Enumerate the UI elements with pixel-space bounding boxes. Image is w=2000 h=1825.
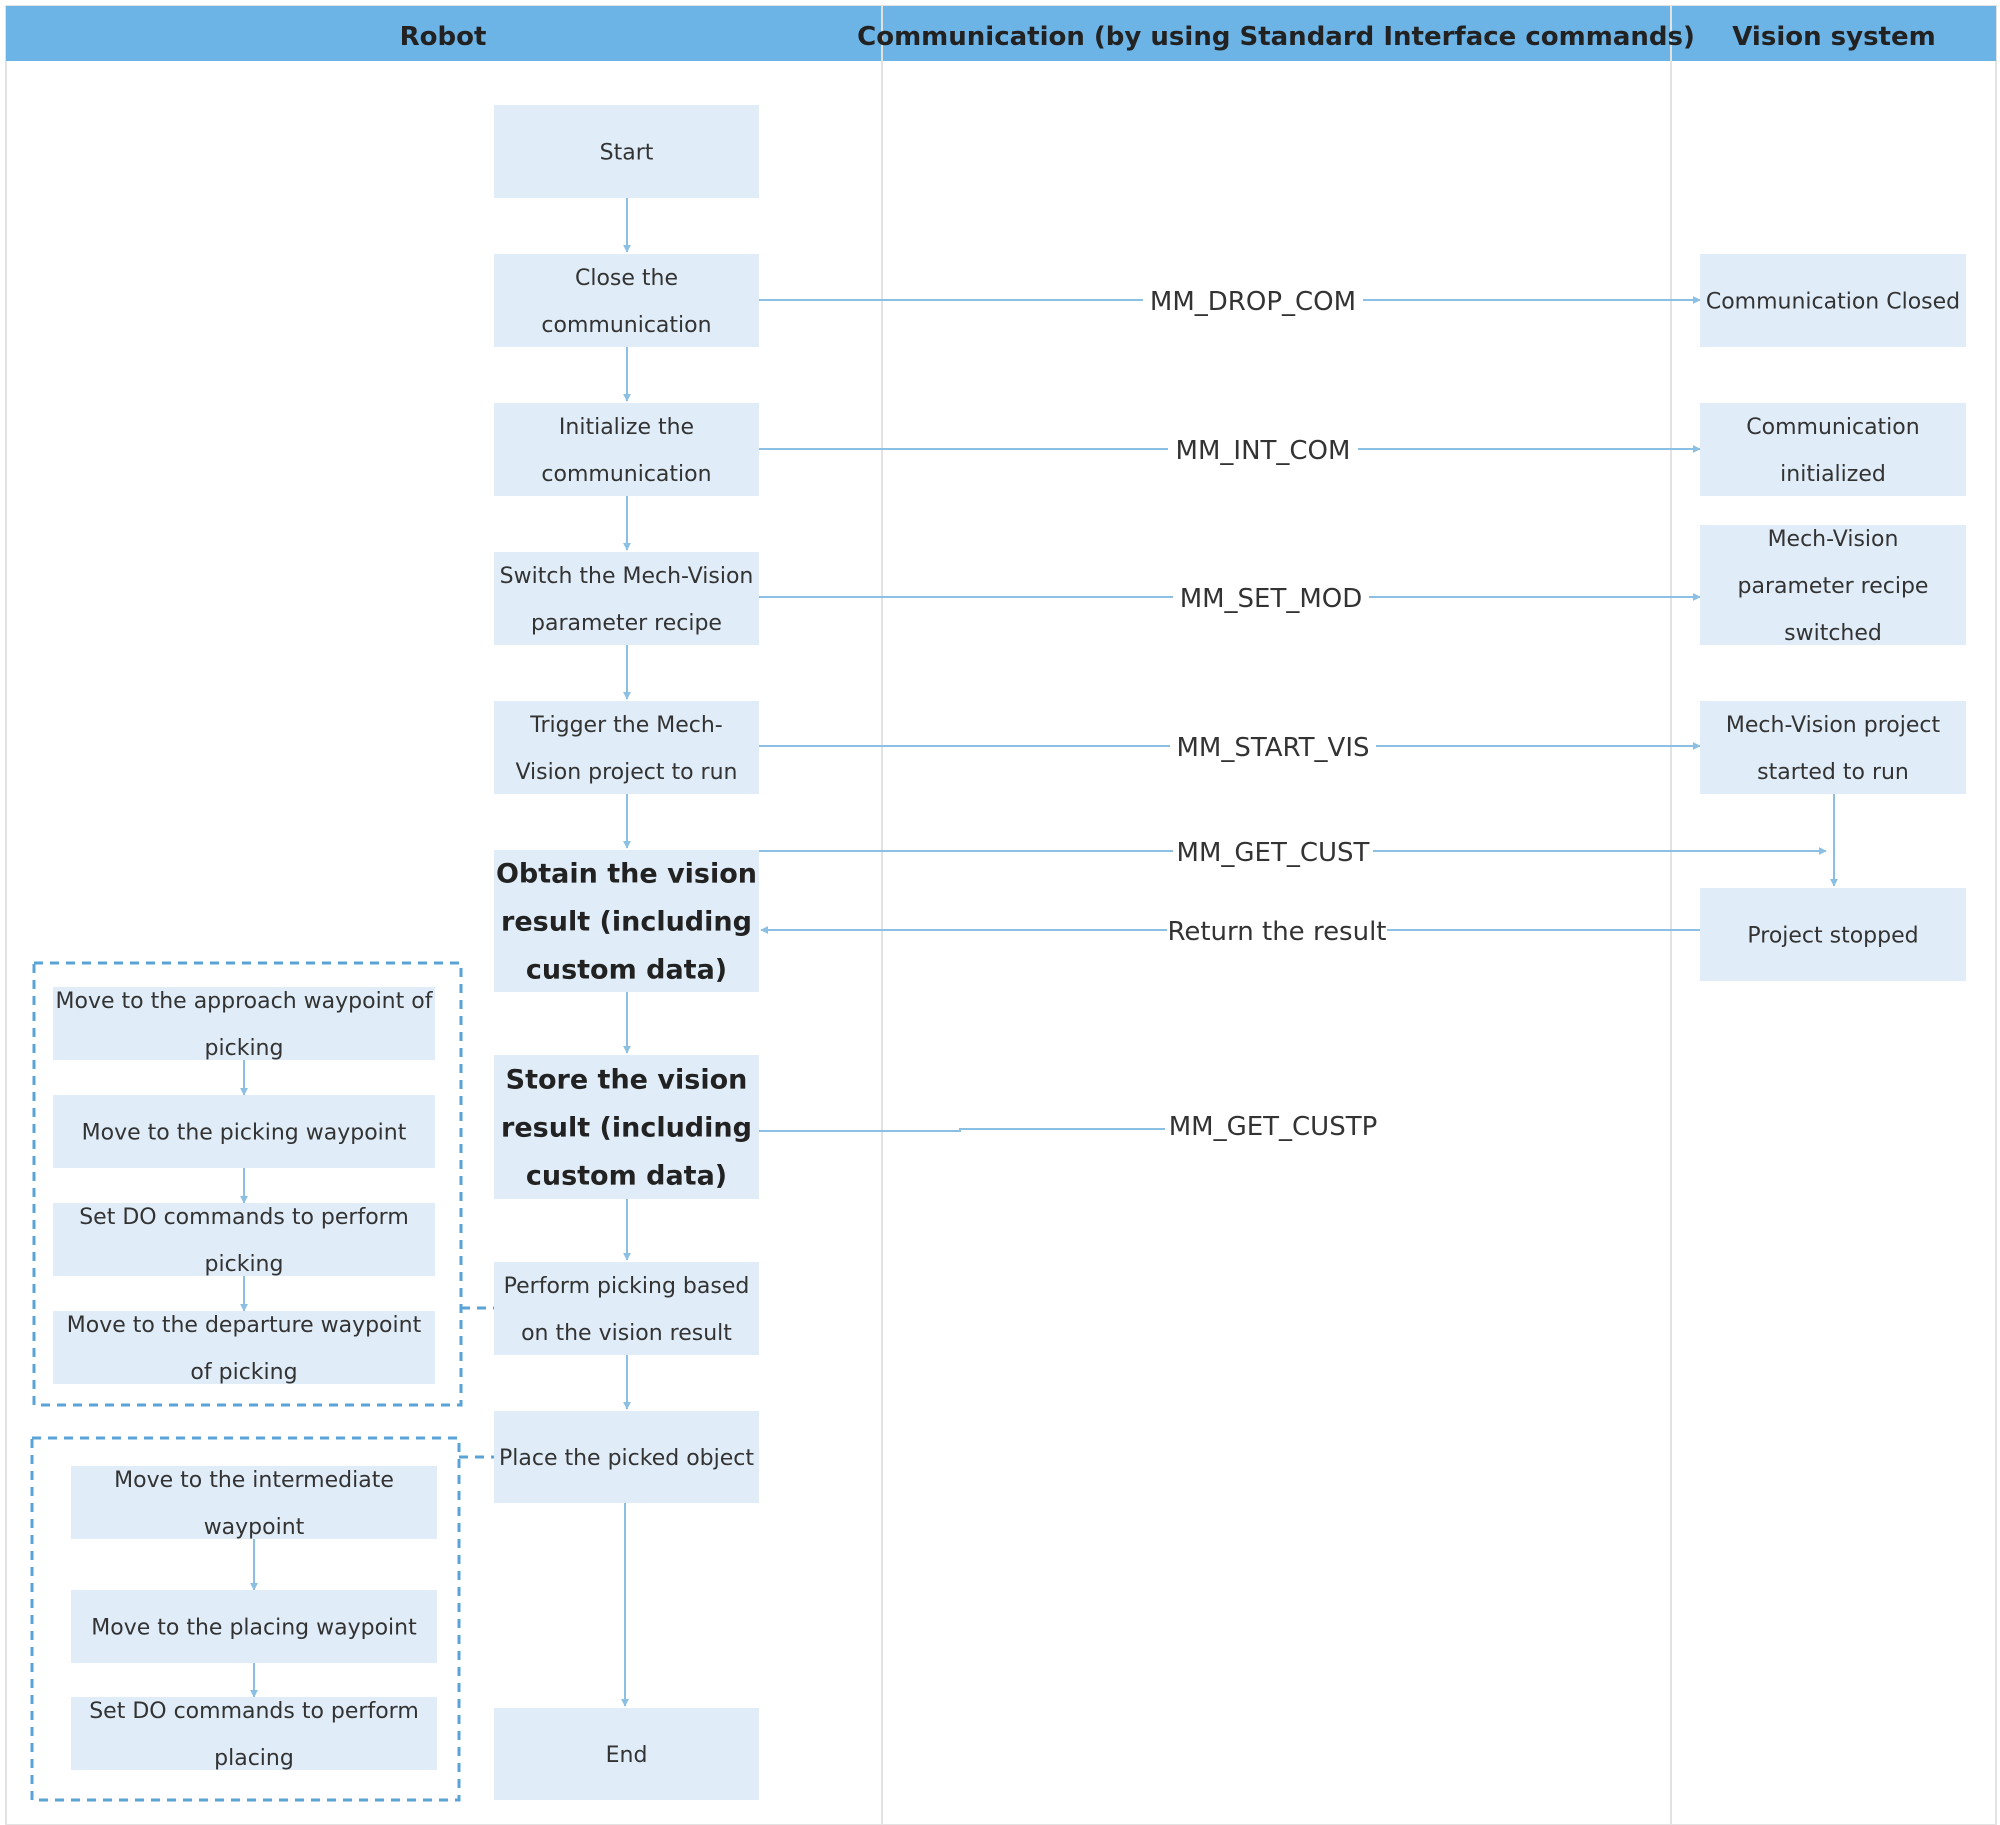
step-obtain-vision-result-label-line: Obtain the vision xyxy=(496,859,757,890)
step-place-object: Place the picked object xyxy=(494,1411,759,1503)
step-switch-recipe-label-line: parameter recipe xyxy=(531,611,722,636)
substep-do-placing-label-line: placing xyxy=(214,1746,294,1771)
vision-project-stopped-label-line: Project stopped xyxy=(1747,923,1918,948)
substep-picking-waypoint: Move to the picking waypoint xyxy=(53,1095,435,1168)
substep-departure-waypoint-label-line: of picking xyxy=(190,1360,297,1385)
step-obtain-vision-result-label-line: custom data) xyxy=(526,955,727,986)
command-mm-get-custp: MM_GET_CUSTP xyxy=(1169,1112,1378,1142)
substep-do-picking: Set DO commands to perform picking xyxy=(53,1203,435,1277)
header-robot-label: Robot xyxy=(400,22,487,52)
substep-intermediate-waypoint: Move to the intermediate waypoint xyxy=(71,1466,437,1540)
substep-placing-waypoint-label-line: Move to the placing waypoint xyxy=(91,1615,417,1640)
substep-intermediate-waypoint-label-line: waypoint xyxy=(204,1515,305,1540)
step-store-vision-result: Store the vision result (including custom … xyxy=(494,1055,759,1199)
step-close-communication: Close the communication xyxy=(494,254,759,347)
vision-project-started-label-line: Mech-Vision project xyxy=(1726,713,1941,738)
step-start-label-line: Start xyxy=(600,140,654,165)
substep-departure-waypoint-label-line: Move to the departure waypoint xyxy=(67,1313,422,1338)
step-close-communication-label-line: communication xyxy=(541,313,711,338)
substep-approach-waypoint-label-line: Move to the approach waypoint of xyxy=(56,989,434,1014)
command-mm-set-mod: MM_SET_MOD xyxy=(1180,584,1363,614)
step-switch-recipe-label-line: Switch the Mech-Vision xyxy=(500,564,754,589)
substep-placing-waypoint: Move to the placing waypoint xyxy=(71,1590,437,1663)
step-perform-picking-label-line: on the vision result xyxy=(521,1321,732,1346)
substep-do-placing: Set DO commands to perform placing xyxy=(71,1697,437,1771)
step-initialize-communication: Initialize the communication xyxy=(494,403,759,496)
step-start: Start xyxy=(494,105,759,198)
header-communication-label: Communication (by using Standard Interfa… xyxy=(857,22,1695,52)
substep-approach-waypoint-label-line: picking xyxy=(205,1036,284,1061)
step-perform-picking-label-line: Perform picking based xyxy=(504,1274,750,1299)
step-end: End xyxy=(494,1708,759,1800)
vision-communication-closed: Communication Closed xyxy=(1700,254,1966,347)
vision-recipe-switched: Mech-Vision parameter recipe switched xyxy=(1700,525,1966,646)
vision-recipe-switched-label-line: switched xyxy=(1784,621,1882,646)
substep-do-placing-label-line: Set DO commands to perform xyxy=(89,1699,419,1724)
step-store-vision-result-label-line: result (including xyxy=(501,1113,752,1144)
vision-communication-initialized: Communication initialized xyxy=(1700,403,1966,496)
step-perform-picking: Perform picking based on the vision resul… xyxy=(494,1262,759,1355)
step-obtain-vision-result-label-line: result (including xyxy=(501,907,752,938)
substep-do-picking-label-line: picking xyxy=(205,1252,284,1277)
vision-communication-initialized-label-line: initialized xyxy=(1780,462,1886,487)
substep-picking-waypoint-label-line: Move to the picking waypoint xyxy=(82,1120,407,1145)
step-trigger-project: Trigger the Mech- Vision project to run xyxy=(494,701,759,794)
substep-departure-waypoint: Move to the departure waypoint of picking xyxy=(53,1311,435,1385)
vision-project-started-label-line: started to run xyxy=(1757,760,1909,785)
flowchart-canvas: Robot Communication (by using Standard I… xyxy=(0,0,2000,1825)
command-return-result: Return the result xyxy=(1167,917,1386,947)
header-vision-label: Vision system xyxy=(1732,22,1935,52)
substep-do-picking-label-line: Set DO commands to perform xyxy=(79,1205,409,1230)
vision-recipe-switched-label-line: Mech-Vision xyxy=(1768,527,1899,552)
step-close-communication-label-line: Close the xyxy=(575,266,678,291)
step-trigger-project-label-line: Vision project to run xyxy=(515,760,737,785)
step-initialize-communication-label-line: communication xyxy=(541,462,711,487)
vision-project-stopped: Project stopped xyxy=(1700,888,1966,981)
vision-communication-initialized-label-line: Communication xyxy=(1746,415,1919,440)
step-switch-recipe: Switch the Mech-Vision parameter recipe xyxy=(494,552,759,645)
substep-intermediate-waypoint-label-line: Move to the intermediate xyxy=(114,1468,394,1493)
flowchart-diagram: Robot Communication (by using Standard I… xyxy=(5,5,1997,1825)
command-mm-drop-com: MM_DROP_COM xyxy=(1150,287,1356,317)
step-trigger-project-label-line: Trigger the Mech- xyxy=(529,713,722,738)
step-store-vision-result-label-line: custom data) xyxy=(526,1161,727,1192)
command-mm-start-vis: MM_START_VIS xyxy=(1176,733,1369,763)
step-place-object-label-line: Place the picked object xyxy=(499,1446,754,1471)
step-end-label-line: End xyxy=(606,1743,648,1768)
command-mm-int-com: MM_INT_COM xyxy=(1176,436,1351,466)
vision-communication-closed-label-line: Communication Closed xyxy=(1706,289,1960,314)
swimlane-frame xyxy=(5,5,1997,1825)
step-store-vision-result-label-line: Store the vision xyxy=(506,1065,748,1096)
step-obtain-vision-result: Obtain the vision result (including custom… xyxy=(494,850,759,992)
step-initialize-communication-label-line: Initialize the xyxy=(559,415,694,440)
substep-approach-waypoint: Move to the approach waypoint of picking xyxy=(53,987,435,1061)
vision-recipe-switched-label-line: parameter recipe xyxy=(1738,574,1929,599)
command-mm-get-cust: MM_GET_CUST xyxy=(1177,838,1370,868)
vision-project-started: Mech-Vision project started to run xyxy=(1700,701,1966,794)
